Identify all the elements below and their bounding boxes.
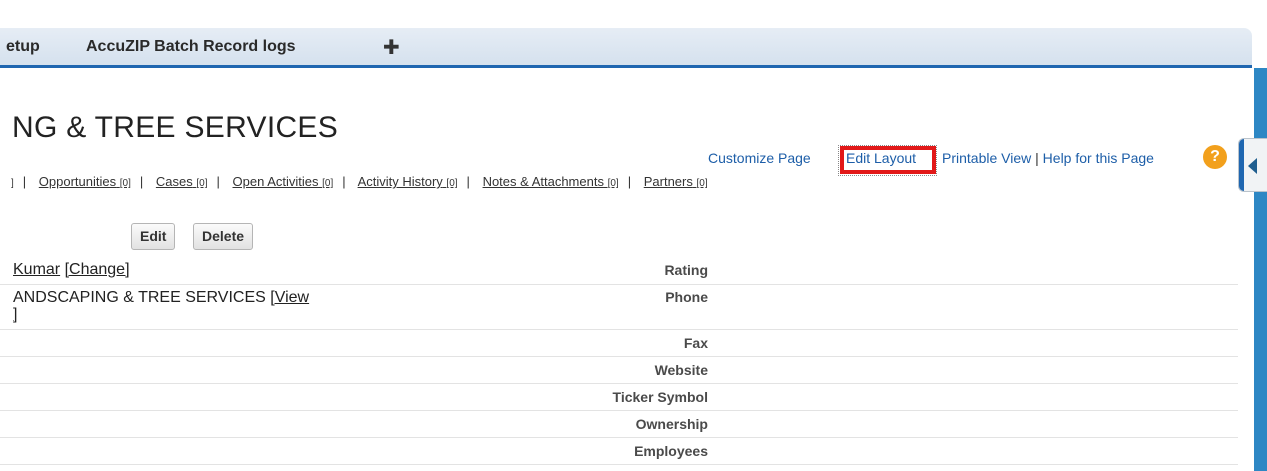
related-link-cases[interactable]: Cases [0] — [156, 174, 208, 189]
account-name-value-line2: ] — [13, 306, 17, 324]
customize-page-link-wrap: Customize Page — [708, 150, 811, 170]
related-separator: | — [216, 174, 220, 189]
related-separator: | — [22, 174, 27, 189]
tab-setup[interactable]: etup — [6, 38, 40, 56]
related-list-links: ] | Opportunities [0] | Cases [0] | Open Ac… — [11, 174, 708, 189]
change-owner-link[interactable]: [Change] — [65, 261, 130, 278]
related-count: ] — [11, 178, 14, 189]
related-label: Partners — [643, 174, 693, 189]
phone-label: Phone — [665, 289, 708, 305]
page-title: NG & TREE SERVICES — [12, 111, 339, 144]
ticker-symbol-label: Ticker Symbol — [612, 389, 708, 405]
related-separator: | — [342, 174, 346, 189]
owner-name-link[interactable]: Kumar — [13, 261, 60, 278]
related-separator: | — [139, 174, 144, 189]
rating-label: Rating — [664, 262, 708, 278]
edit-layout-highlight — [840, 146, 936, 174]
row-divider — [0, 356, 1238, 357]
related-link-activity-history[interactable]: Activity History [0] — [358, 174, 458, 189]
printable-view-link[interactable]: Printable View — [942, 150, 1031, 166]
account-name-value: ANDSCAPING & TREE SERVICES [View — [13, 289, 309, 307]
related-link-open-activities[interactable]: Open Activities [0] — [233, 174, 334, 189]
sidebar-toggle-button[interactable] — [1238, 138, 1267, 192]
related-count: [0] — [322, 178, 334, 189]
tab-accuzip-batch-record-logs[interactable]: AccuZIP Batch Record logs — [86, 38, 296, 56]
view-hierarchy-link-end[interactable]: ] — [13, 306, 17, 323]
row-divider — [0, 464, 1238, 465]
sidebar-toggle-bar — [1239, 139, 1244, 191]
help-link[interactable]: Help for this Page — [1043, 150, 1154, 166]
account-owner-value: Kumar [Change] — [13, 261, 130, 279]
row-divider — [0, 383, 1238, 384]
row-divider — [0, 437, 1238, 438]
related-separator: | — [627, 174, 632, 189]
printable-help-links: Printable View | Help for this Page — [942, 150, 1154, 170]
edit-button[interactable]: Edit — [131, 223, 176, 250]
related-count: [0] — [607, 178, 619, 189]
customize-page-link[interactable]: Customize Page — [708, 150, 811, 166]
tab-bar: etup AccuZIP Batch Record logs ✚ — [0, 28, 1252, 68]
related-label: Activity History — [357, 174, 443, 189]
related-count: [0] — [196, 178, 208, 189]
delete-button[interactable]: Delete — [193, 223, 254, 250]
add-tab-icon[interactable]: ✚ — [383, 35, 400, 60]
row-divider — [0, 329, 1238, 330]
related-label: Cases — [155, 174, 193, 189]
collapse-arrow-icon — [1248, 158, 1257, 174]
row-divider — [0, 410, 1238, 411]
related-link-opportunities[interactable]: Opportunities [0] — [39, 174, 131, 189]
related-label: Notes & Attachments — [482, 174, 604, 189]
related-label: Open Activities — [232, 174, 319, 189]
related-link-notes-attachments[interactable]: Notes & Attachments [0] — [483, 174, 619, 189]
related-count: [0] — [696, 178, 708, 189]
sidebar-panel — [1254, 68, 1267, 471]
related-count: [0] — [446, 178, 458, 189]
help-icon[interactable]: ? — [1203, 145, 1227, 169]
page: etup AccuZIP Batch Record logs ✚ NG & TR… — [0, 0, 1267, 471]
related-link-partial[interactable]: ] — [11, 174, 14, 189]
related-count: [0] — [119, 178, 131, 189]
view-hierarchy-link[interactable]: [View — [270, 289, 309, 306]
related-link-partners[interactable]: Partners [0] — [644, 174, 708, 189]
ownership-label: Ownership — [635, 416, 708, 432]
related-label: Opportunities — [38, 174, 117, 189]
employees-label: Employees — [634, 443, 708, 459]
fax-label: Fax — [683, 335, 708, 351]
website-label: Website — [654, 362, 708, 378]
row-divider — [0, 284, 1238, 285]
related-separator: | — [466, 174, 470, 189]
link-separator: | — [1035, 150, 1039, 166]
account-name-text: ANDSCAPING & TREE SERVICES — [13, 289, 271, 306]
